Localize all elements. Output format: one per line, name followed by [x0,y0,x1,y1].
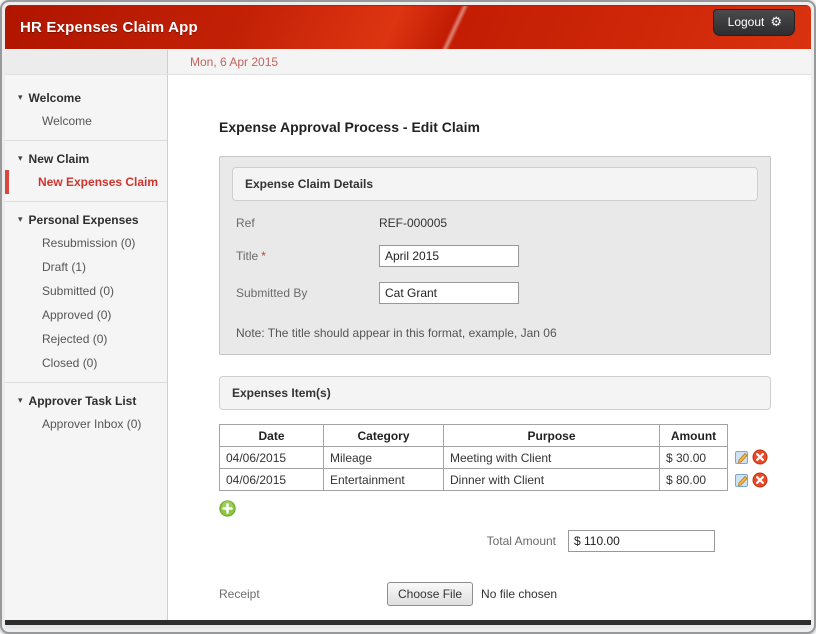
choose-file-button[interactable]: Choose File [387,582,473,606]
expenses-table-wrap: Date Category Purpose Amount 04/06/2015M… [219,424,773,491]
expense-cell-date: 04/06/2015 [220,469,324,491]
expense-cell-category: Mileage [324,447,444,469]
add-icon[interactable] [219,500,236,517]
app-window-inner: HR Expenses Claim App Logout ⚙ Mon, 6 Ap… [5,5,811,629]
ref-field-row: Ref REF-000005 [232,216,758,230]
ref-label: Ref [232,216,379,230]
delete-row-icon[interactable] [752,449,768,465]
expense-cell-purpose: Meeting with Client [444,447,660,469]
edit-pencil-icon[interactable] [734,449,750,465]
sidebar-item[interactable]: Draft (1) [5,255,167,279]
title-label: Title* [232,249,379,263]
chevron-down-icon: ▾ [18,215,23,225]
submitted-by-input[interactable] [379,282,519,304]
chevron-down-icon: ▾ [18,154,23,164]
sidebar-section-header[interactable]: ▾ New Claim [5,140,167,170]
sidebar-section-label: Approver Task List [29,394,137,408]
expense-row-actions [734,448,768,465]
expense-cell-category: Entertainment [324,469,444,491]
expense-row: 04/06/2015EntertainmentDinner with Clien… [220,469,728,491]
ref-value: REF-000005 [379,216,447,230]
app-window: HR Expenses Claim App Logout ⚙ Mon, 6 Ap… [0,0,816,634]
delete-row-icon[interactable] [752,472,768,488]
expense-cell-amount: $ 30.00 [660,447,728,469]
sidebar-item[interactable]: Submitted (0) [5,279,167,303]
sidebar-item[interactable]: New Expenses Claim [5,170,167,194]
column-header-amount: Amount [660,425,728,447]
sidebar-nav: ▾ Welcome Welcome ▾ New Claim New Expenses Cl… [5,75,168,620]
sidebar-section-header[interactable]: ▾ Welcome [5,83,167,109]
column-header-category: Category [324,425,444,447]
sidebar-item[interactable]: Resubmission (0) [5,231,167,255]
required-asterisk: * [261,249,266,263]
sidebar-section-label: Personal Expenses [29,213,139,227]
sidebar-section-header[interactable]: ▾ Personal Expenses [5,201,167,231]
chevron-down-icon: ▾ [18,396,23,406]
total-amount-label: Total Amount [487,534,556,548]
title-format-note: Note: The title should appear in this fo… [232,326,758,340]
column-header-date: Date [220,425,324,447]
claim-details-panel-title: Expense Claim Details [232,167,758,201]
sidebar-item[interactable]: Approved (0) [5,303,167,327]
no-file-chosen-text: No file chosen [481,587,557,601]
expense-row: 04/06/2015MileageMeeting with Client$ 30… [220,447,728,469]
expense-cell-date: 04/06/2015 [220,447,324,469]
main-content: Expense Approval Process - Edit Claim Ex… [168,75,811,620]
app-body: ▾ Welcome Welcome ▾ New Claim New Expenses Cl… [5,75,811,620]
row-actions-column [734,448,768,488]
column-header-purpose: Purpose [444,425,660,447]
receipt-label: Receipt [219,587,387,601]
page-title: Expense Approval Process - Edit Claim [219,119,773,135]
expense-cell-amount: $ 80.00 [660,469,728,491]
total-amount-row: Total Amount [219,530,715,552]
sidebar-section-header[interactable]: ▾ Approver Task List [5,382,167,412]
footer-bar [5,620,811,629]
sidebar-item[interactable]: Closed (0) [5,351,167,375]
expenses-table-header-row: Date Category Purpose Amount [220,425,728,447]
total-amount-input[interactable] [568,530,715,552]
submitted-by-label: Submitted By [232,286,379,300]
expenses-items-panel-title: Expenses Item(s) [219,376,771,410]
claim-details-panel: Expense Claim Details Ref REF-000005 Tit… [219,156,771,355]
edit-pencil-icon[interactable] [734,472,750,488]
app-header: HR Expenses Claim App Logout ⚙ [5,5,811,49]
sidebar-section-label: Welcome [29,91,81,105]
expenses-table-body: 04/06/2015MileageMeeting with Client$ 30… [220,447,728,491]
expense-row-actions [734,471,768,488]
app-title: HR Expenses Claim App [20,19,198,36]
logout-button[interactable]: Logout ⚙ [713,9,795,36]
title-input[interactable] [379,245,519,267]
add-expense-row [219,500,773,522]
sidebar-item[interactable]: Welcome [5,109,167,133]
sidebar-section-label: New Claim [29,152,90,166]
logout-label: Logout [728,15,765,29]
expenses-table: Date Category Purpose Amount 04/06/2015M… [219,424,728,491]
gear-icon: ⚙ [770,16,782,29]
receipt-row: Receipt Choose File No file chosen [219,582,773,606]
chevron-down-icon: ▾ [18,93,23,103]
expense-cell-purpose: Dinner with Client [444,469,660,491]
submitted-by-field-row: Submitted By [232,282,758,304]
sidebar-item[interactable]: Approver Inbox (0) [5,412,167,436]
date-bar-sidebar-cell [5,49,168,74]
current-date: Mon, 6 Apr 2015 [168,49,278,74]
date-bar: Mon, 6 Apr 2015 [5,49,811,75]
sidebar-item[interactable]: Rejected (0) [5,327,167,351]
title-field-row: Title* [232,245,758,267]
